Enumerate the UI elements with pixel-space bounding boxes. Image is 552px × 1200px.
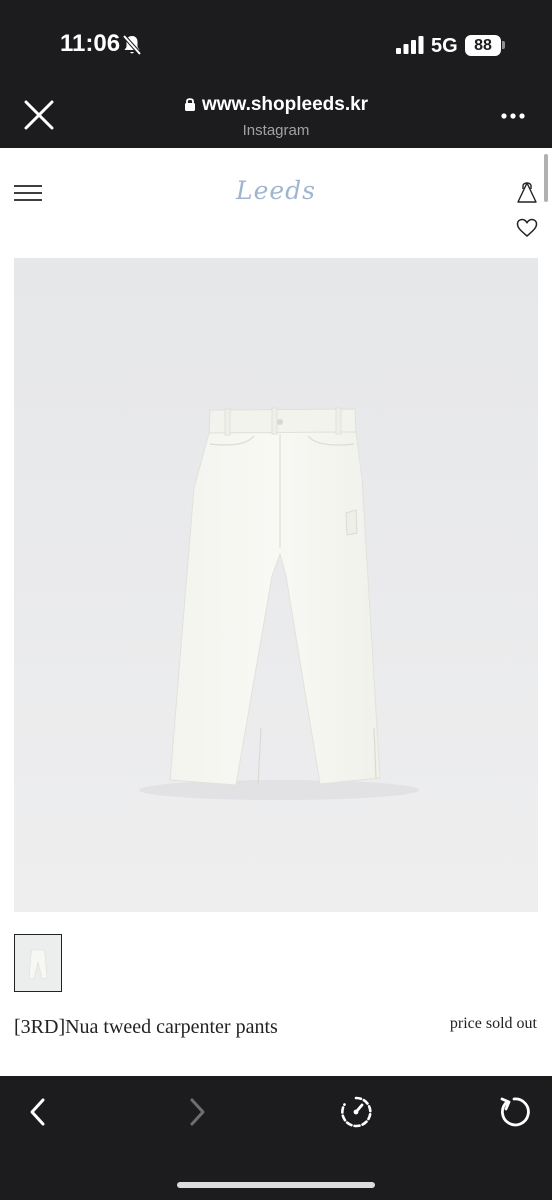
back-icon xyxy=(30,1098,45,1126)
status-time: 11:06 xyxy=(60,30,121,57)
forward-button[interactable] xyxy=(177,1094,217,1130)
url-subtitle: Instagram xyxy=(242,122,310,139)
signal-icon xyxy=(396,36,424,54)
thumbnail-image[interactable] xyxy=(14,934,62,992)
home-indicator[interactable] xyxy=(177,1182,375,1188)
more-icon[interactable] xyxy=(500,112,526,120)
url-text: www.shopleeds.kr xyxy=(201,94,369,115)
product-name: [3RD]Nua tweed carpenter pants xyxy=(14,1016,278,1038)
browser-toolbar xyxy=(0,1076,552,1200)
browser-header: www.shopleeds.kr Instagram xyxy=(0,90,552,148)
site-logo[interactable]: Leeds xyxy=(0,176,552,205)
battery-indicator: 88 xyxy=(465,35,501,56)
product-image[interactable] xyxy=(14,258,538,912)
thumbnail-pants xyxy=(18,938,58,988)
status-bar: 11:06 5G 88 xyxy=(0,0,552,90)
speedometer-icon xyxy=(341,1096,372,1128)
web-page: Leeds [3RD]Nua tweed carpenter pants pri… xyxy=(0,148,552,1076)
reload-icon xyxy=(500,1097,530,1127)
bell-slash-icon xyxy=(122,34,142,56)
price-status: price sold out xyxy=(449,1015,537,1032)
battery-tip xyxy=(502,41,505,49)
speed-button[interactable] xyxy=(336,1094,376,1130)
address-bar[interactable]: www.shopleeds.kr xyxy=(0,94,552,116)
forward-icon xyxy=(190,1098,205,1126)
lock-icon xyxy=(184,98,195,111)
bag-icon[interactable] xyxy=(516,180,538,204)
back-button[interactable] xyxy=(18,1094,58,1130)
heart-icon[interactable] xyxy=(516,218,538,238)
network-label: 5G xyxy=(431,35,458,57)
reload-button[interactable] xyxy=(494,1094,534,1130)
pants-illustration xyxy=(14,258,538,912)
